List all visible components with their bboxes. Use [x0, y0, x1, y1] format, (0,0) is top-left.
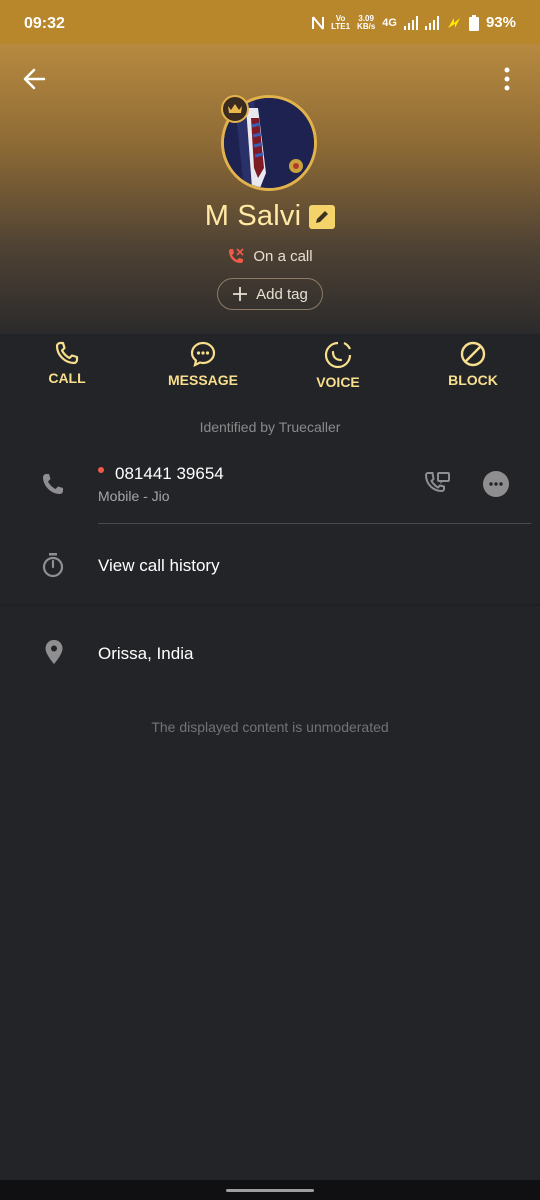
active-call-icon: [229, 248, 244, 263]
message-icon: [190, 341, 216, 368]
phone-number: 081441 39654: [115, 464, 224, 483]
voice-action-label: VOICE: [316, 374, 360, 390]
network-speed: 3.09 KB/s: [357, 13, 376, 31]
active-dot: [98, 467, 104, 473]
plus-icon: [233, 287, 248, 301]
volte-indicator: Vo LTE1: [331, 13, 351, 31]
sms-button[interactable]: [483, 471, 509, 497]
call-status-text: On a call: [253, 247, 313, 265]
action-bar: CALL MESSAGE VOICE BLOCK: [0, 340, 540, 412]
timer-icon: [42, 553, 64, 578]
phone-number-row[interactable]: 081441 39654 Mobile - Jio: [0, 455, 540, 525]
battery-icon: [468, 14, 479, 31]
call-action-label: CALL: [48, 370, 86, 386]
block-icon: [460, 341, 486, 367]
view-call-history-row[interactable]: View call history: [0, 540, 540, 602]
block-action-label: BLOCK: [448, 372, 498, 388]
phone-icon: [55, 341, 79, 365]
view-call-history-label: View call history: [98, 556, 220, 575]
block-action-button[interactable]: BLOCK: [437, 340, 509, 388]
add-tag-label: Add tag: [256, 285, 308, 303]
message-action-label: MESSAGE: [167, 372, 238, 388]
status-bar: 09:32 Vo LTE1 3.09 KB/s 4G 93%: [0, 0, 540, 44]
phone-carrier: Mobile - Jio: [98, 488, 170, 504]
location-pin-icon: [45, 640, 63, 664]
more-vertical-icon[interactable]: [494, 66, 520, 92]
back-arrow-icon[interactable]: [22, 66, 48, 92]
identified-by-text: Identified by Truecaller: [199, 419, 341, 435]
unmoderated-notice: The displayed content is unmoderated: [151, 719, 389, 735]
section-divider: [0, 604, 540, 606]
call-action-button[interactable]: CALL: [45, 340, 89, 386]
crown-icon: [228, 104, 242, 113]
home-indicator[interactable]: [226, 1189, 314, 1192]
premium-crown-badge: [221, 95, 249, 123]
contact-name: M Salvi: [204, 200, 302, 232]
location-label: Orissa, India: [98, 644, 194, 663]
signal-icon-2: [424, 15, 439, 30]
divider: [98, 523, 531, 524]
location-row: Orissa, India: [0, 630, 540, 680]
call-status: On a call: [0, 247, 540, 265]
status-time: 09:32: [24, 15, 65, 32]
call-options-icon[interactable]: [423, 470, 451, 498]
message-action-button[interactable]: MESSAGE: [162, 340, 244, 388]
signal-icon: [403, 15, 418, 30]
voice-action-button[interactable]: VOICE: [303, 340, 373, 390]
network-type: 4G: [382, 16, 397, 29]
add-tag-button[interactable]: Add tag: [217, 278, 323, 310]
nfc-icon: [312, 15, 325, 30]
voice-icon: [324, 341, 352, 369]
chat-dots-icon: [489, 482, 503, 486]
charging-icon: [447, 17, 460, 28]
edit-name-button[interactable]: [309, 204, 336, 229]
status-icons: Vo LTE1 3.09 KB/s 4G 93%: [312, 14, 516, 31]
name-row: M Salvi: [0, 200, 540, 233]
phone-row-icon: [43, 474, 63, 494]
battery-level: 93%: [485, 14, 516, 31]
pencil-icon: [316, 210, 329, 223]
